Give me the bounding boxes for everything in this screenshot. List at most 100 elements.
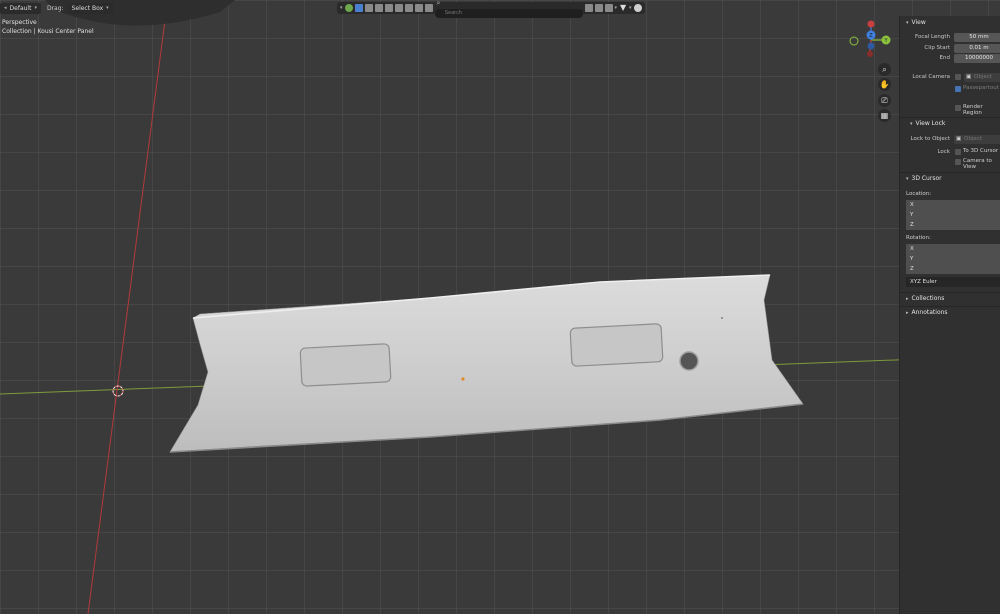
rotation-y-field[interactable]: Y <box>906 254 1000 264</box>
3d-viewport[interactable]: ◂ Default ▾ Drag: Select Box ▾ ▾ ⌕ Searc… <box>0 0 1000 614</box>
chevron-down-icon[interactable]: ▾ <box>340 5 343 11</box>
location-y-field[interactable]: Y <box>906 210 1000 220</box>
divider <box>900 292 1000 293</box>
chevron-right-icon: ▸ <box>906 310 909 316</box>
lock-to-object-label: Lock to Object <box>910 136 950 142</box>
mount-hole <box>679 351 699 371</box>
camera-to-view-label: Camera to View <box>963 158 992 170</box>
cursor-icon[interactable] <box>364 4 373 12</box>
gizmo-x-bottom <box>867 51 873 57</box>
camera-icon: ▣ <box>966 74 972 80</box>
clip-start-label: Clip Start <box>924 45 950 51</box>
gizmo-z-negative <box>867 42 875 50</box>
filter-icon[interactable]: ▼ <box>619 4 627 12</box>
focal-length-field[interactable]: 50 mm <box>954 33 1000 42</box>
rotation-x-field[interactable]: X <box>906 244 1000 254</box>
visibility-icon[interactable] <box>344 4 353 12</box>
viewport-scene <box>0 0 1000 614</box>
bookmark-icon[interactable] <box>594 4 603 12</box>
right-recess <box>569 323 664 367</box>
clip-start-field[interactable]: 0.01 m <box>954 44 1000 53</box>
lock-to-object-field[interactable]: ▣ Object <box>954 135 1000 144</box>
view-name: Perspective <box>2 19 37 26</box>
gizmo-x-positive <box>867 20 875 28</box>
rotation-mode-dropdown[interactable]: XYZ Euler <box>906 277 1000 287</box>
search-icon: ⌕ <box>436 0 441 7</box>
local-camera-field[interactable]: ▣ Object <box>964 73 1000 82</box>
origin-point <box>461 377 465 381</box>
location-x-field[interactable]: X <box>906 200 1000 210</box>
chevron-down-icon: ▾ <box>906 176 909 182</box>
chevron-down-icon: ▾ <box>910 121 913 127</box>
select-box-dropdown[interactable]: Select Box ▾ <box>67 2 113 14</box>
to-3d-cursor-checkbox[interactable] <box>955 149 961 155</box>
clip-end-label: End <box>939 55 950 61</box>
clip-end-field[interactable]: 10000000 <box>954 54 1000 63</box>
divider <box>900 172 1000 173</box>
zoom-icon[interactable]: ⌕ <box>878 63 891 76</box>
viewport-header: ◂ Default ▾ Drag: Select Box ▾ ▾ ⌕ Searc… <box>0 0 1000 18</box>
collections-section-header[interactable]: ▸ Collections <box>906 295 944 302</box>
view-options-icon[interactable] <box>584 4 593 12</box>
rotation-z-field[interactable]: Z <box>906 264 1000 274</box>
rotation-label: Rotation: <box>906 235 931 241</box>
focal-length-label: Focal Length <box>915 34 950 40</box>
transform-icon[interactable] <box>404 4 413 12</box>
chevron-down-icon[interactable]: ▾ <box>629 5 632 11</box>
location-label: Location: <box>906 191 932 197</box>
local-camera-label: Local Camera <box>912 74 950 80</box>
small-dot <box>721 317 723 319</box>
chevron-down-icon: ▾ <box>34 4 37 11</box>
view-lock-title: View Lock <box>915 120 946 127</box>
annotations-title: Annotations <box>911 309 948 316</box>
chevron-right-icon: ▸ <box>906 296 909 302</box>
annotate-icon[interactable] <box>414 4 423 12</box>
mode-dropdown-label: Default <box>9 4 32 12</box>
grid-icon[interactable] <box>604 4 613 12</box>
chevron-down-icon: ▾ <box>906 20 909 26</box>
y-axis-line <box>87 19 166 614</box>
3d-cursor-title: 3D Cursor <box>911 175 942 182</box>
panel-mesh <box>169 274 804 453</box>
passepartout-checkbox[interactable] <box>955 86 961 92</box>
grid-toggle-icon[interactable]: ▦ <box>878 109 891 122</box>
collection-path: Collection | Kousi Center Panel <box>2 28 94 35</box>
viewport-toolbar: ▾ ⌕ ▾ ▼ ▾ <box>337 0 645 18</box>
pan-hand-icon[interactable]: ✋ <box>878 78 891 91</box>
select-mode-icon[interactable] <box>354 4 363 12</box>
search-input[interactable] <box>434 8 583 18</box>
lock-label: Lock <box>937 149 950 155</box>
navigation-gizmo[interactable]: Y Z X <box>846 18 896 70</box>
annotations-section-header[interactable]: ▸ Annotations <box>906 309 948 316</box>
3d-cursor-marker <box>112 385 124 397</box>
rotate-icon[interactable] <box>384 4 393 12</box>
passepartout-label: Passepartout <box>963 85 999 91</box>
view-title: View <box>911 19 926 26</box>
gizmo-x-negative <box>849 36 859 46</box>
sidebar-panel: ▾ View Focal Length 50 mm Clip Start 0.01… <box>899 16 1000 614</box>
3d-cursor-section-header[interactable]: ▾ 3D Cursor <box>906 175 942 182</box>
viewport-info: Perspective Collection | Kousi Center Pa… <box>2 18 94 36</box>
to-3d-cursor-label: To 3D Cursor <box>963 148 999 154</box>
render-region-checkbox[interactable] <box>955 105 961 111</box>
location-z-field[interactable]: Z <box>906 220 1000 230</box>
measure-icon[interactable] <box>424 4 433 12</box>
scale-icon[interactable] <box>394 4 403 12</box>
divider <box>900 306 1000 307</box>
local-camera-checkbox[interactable] <box>955 74 961 80</box>
drag-label: Drag: <box>46 4 64 12</box>
lock-to-object-value: Object <box>964 136 982 142</box>
dropdown-arrow-icon: ◂ <box>4 4 7 11</box>
move-icon[interactable] <box>374 4 383 12</box>
render-region-label: Render Region <box>963 104 983 116</box>
view-lock-section-header[interactable]: ▾ View Lock <box>910 120 945 127</box>
chevron-down-icon: ▾ <box>106 4 109 11</box>
camera-view-icon[interactable]: ⎚ <box>878 94 891 107</box>
camera-to-view-checkbox[interactable] <box>955 159 961 165</box>
local-camera-value: Object <box>974 74 992 80</box>
shield-icon[interactable] <box>633 4 642 12</box>
chevron-down-icon[interactable]: ▾ <box>615 5 618 11</box>
divider <box>900 117 1000 118</box>
mode-dropdown[interactable]: ◂ Default ▾ <box>0 2 41 14</box>
view-section-header[interactable]: ▾ View <box>906 19 926 26</box>
